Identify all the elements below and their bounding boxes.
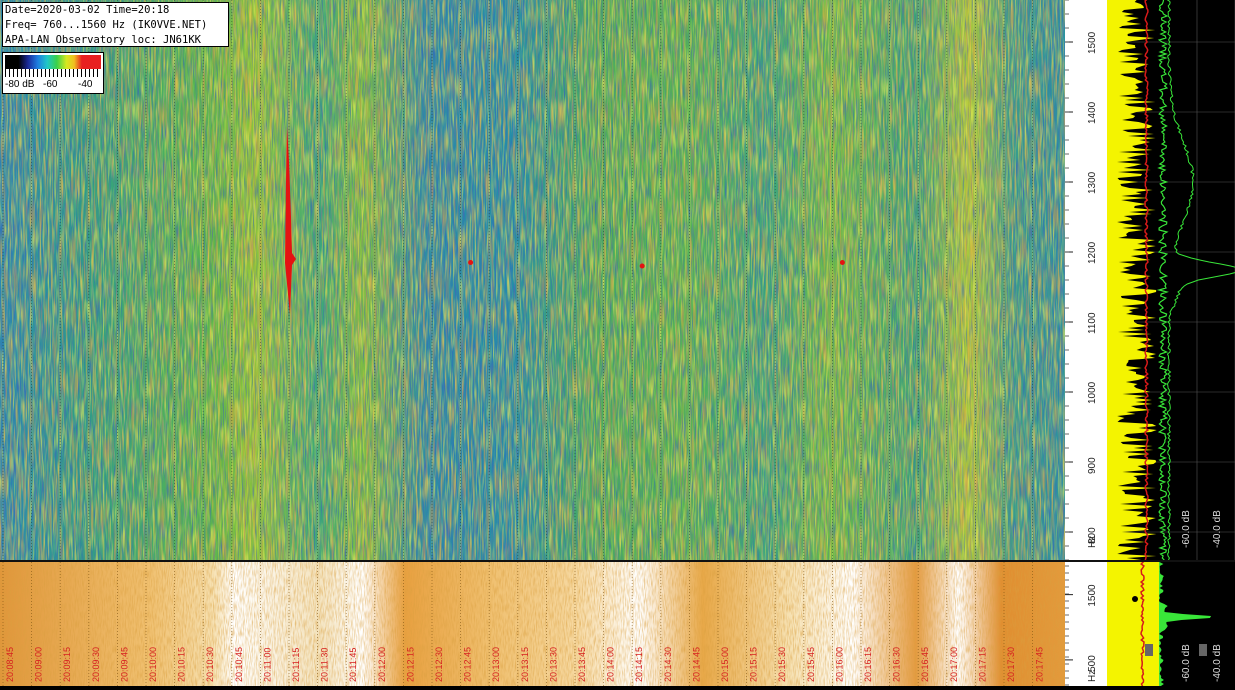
freq-tick-label: 1500 (1087, 31, 1098, 54)
freq-tick-label: 1100 (1087, 312, 1098, 334)
legend-label-mid: -60 (43, 79, 58, 90)
time-tick-label: 20:14:45 (691, 647, 701, 682)
time-tick-label: 20:17:15 (977, 647, 987, 682)
time-tick-label: 20:13:00 (491, 647, 501, 682)
lower-db-label-60: -60.0 dB (1181, 644, 1192, 682)
time-tick-label: 20:14:30 (663, 647, 673, 682)
small-signal-dot (468, 260, 474, 265)
legend-label-max: -40 (78, 79, 93, 90)
time-tick-label: 20:16:00 (834, 647, 844, 682)
average-spectrum-line (1143, 0, 1150, 561)
spectrum-panel-upper-svg: -60.0 dB -40.0 dB (1107, 0, 1235, 561)
time-tick-label: 20:16:30 (892, 647, 902, 682)
time-tick-label: 20:10:45 (234, 647, 244, 682)
frequency-axis-upper-svg: 800900100011001200130014001500 Hz (1065, 0, 1098, 561)
lower-yellow-area (1107, 562, 1159, 686)
time-tick-label: 20:16:45 (920, 647, 930, 682)
time-tick-label: 20:12:00 (377, 647, 387, 682)
time-tick-label: 20:13:45 (577, 647, 587, 682)
freq-tick-label: 900 (1087, 457, 1098, 474)
freq-tick-label: 1300 (1087, 171, 1098, 194)
time-tick-label: 20:16:15 (863, 647, 873, 682)
small-signal-dot (639, 263, 645, 269)
freq-tick-label: 1200 (1087, 241, 1098, 264)
frequency-axis-lower: 500 1500 Hz (1065, 562, 1107, 686)
time-tick-label: 20:14:00 (606, 647, 616, 682)
spectrum-panel-lower: -60.0 dB -40.0 dB (1107, 561, 1235, 687)
freq-tick-label: 1500 (1087, 584, 1098, 607)
color-scale-bar (5, 55, 101, 69)
time-tick-label: 20:17:30 (1006, 647, 1016, 682)
freq-tick-label: 1000 (1087, 381, 1098, 404)
time-tick-label: 20:12:30 (434, 647, 444, 682)
lower-indicator-1 (1145, 644, 1153, 656)
spectrogram-lower: 20:08:45 20:09:00 20:09:15 20:09:30 20:09:45… (0, 562, 1065, 686)
info-date-time: Date=2020-03-02 Time=20:18 (5, 4, 170, 16)
color-scale-legend: -80 dB -60 -40 (2, 52, 104, 94)
time-tick-label: 20:17:45 (1035, 647, 1045, 682)
peak-spectrum-line (1156, 0, 1169, 561)
lower-indicator-2 (1199, 644, 1207, 656)
time-tick-label: 20:09:30 (91, 647, 101, 682)
spectrogram-upper (0, 0, 1065, 560)
time-tick-label: 20:11:15 (291, 648, 301, 682)
freq-tick-label: 500 (1087, 655, 1098, 672)
info-observatory: APA-LAN Observatory loc: JN61KK (5, 34, 201, 46)
small-signal-dot (839, 260, 845, 265)
info-box: Date=2020-03-02 Time=20:18 Freq= 760...1… (2, 2, 229, 47)
color-scale-ticks (5, 69, 101, 77)
info-frequency: Freq= 760...1560 Hz (IK0VVE.NET) (5, 19, 208, 31)
time-tick-label: 20:15:00 (720, 647, 730, 682)
time-tick-label: 20:15:45 (806, 647, 816, 682)
spectrum-panel-upper: -60.0 dB -40.0 dB (1107, 0, 1235, 561)
instant-spectrum-area (1107, 0, 1157, 560)
time-tick-label: 20:12:45 (463, 647, 473, 682)
axis-lower-unit-hz: Hz (1087, 670, 1098, 682)
time-tick-label: 20:09:15 (62, 647, 72, 682)
time-tick-label: 20:11:00 (262, 648, 272, 682)
frequency-axis-lower-svg: 500 1500 Hz (1065, 565, 1098, 686)
time-tick-label: 20:12:15 (405, 647, 415, 682)
lower-peak-marker (1132, 596, 1138, 602)
db-label-60: -60.0 dB (1181, 510, 1192, 548)
time-tick-label: 20:11:30 (320, 648, 330, 682)
time-tick-label: 20:08:45 (5, 647, 15, 682)
lower-noise (0, 562, 1065, 686)
time-tick-label: 20:15:30 (777, 647, 787, 682)
frequency-axis-upper: 800 900 1000 1100 1200 1300 1400 1500 Hz (1065, 0, 1107, 561)
time-tick-label: 20:15:15 (749, 647, 759, 682)
time-tick-label: 20:11:45 (348, 648, 358, 682)
spectrum-panel-lower-svg: -60.0 dB -40.0 dB (1107, 561, 1223, 687)
db-label-40: -40.0 dB (1212, 510, 1223, 548)
lower-db-label-40: -40.0 dB (1212, 644, 1223, 682)
time-tick-label: 20:09:45 (119, 647, 129, 682)
time-tick-label: 20:13:30 (548, 647, 558, 682)
time-tick-label: 20:10:00 (148, 647, 158, 682)
axis-unit-hz: Hz (1087, 536, 1098, 548)
time-tick-label: 20:17:00 (949, 647, 959, 682)
spectrogram-lower-svg: 20:08:45 20:09:00 20:09:15 20:09:30 20:09:45… (0, 562, 1065, 686)
current-spectrum-line (1166, 0, 1235, 561)
time-tick-label: 20:10:15 (177, 647, 187, 682)
legend-label-min: -80 dB (5, 79, 35, 90)
time-tick-label: 20:10:30 (205, 647, 215, 682)
time-tick-label: 20:14:15 (634, 647, 644, 682)
spectrogram-noise-red (0, 0, 1065, 560)
freq-tick-label: 1400 (1087, 101, 1098, 124)
time-tick-label: 20:13:15 (520, 647, 530, 682)
time-tick-label: 20:09:00 (34, 647, 44, 682)
spectrogram-upper-svg (0, 0, 1065, 560)
peak-marker (1135, 43, 1141, 49)
